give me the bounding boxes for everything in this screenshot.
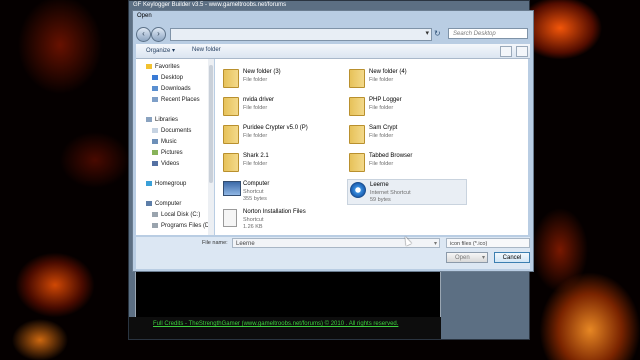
navigation-pane: Favorites Desktop Downloads Recent Place…	[136, 59, 214, 235]
folder-icon	[349, 153, 365, 173]
folder-icon	[223, 69, 239, 89]
cancel-button[interactable]: Cancel	[494, 252, 530, 263]
back-button[interactable]: ‹	[136, 27, 151, 42]
drive-icon	[152, 212, 158, 217]
list-item[interactable]: New folder (3) File folder	[221, 67, 341, 93]
nav-scroll-thumb[interactable]	[209, 65, 213, 183]
computer-icon	[223, 181, 241, 201]
desktop-icon	[152, 75, 158, 80]
credits-link[interactable]: Full Credits - TheStrengthGamer (www.gam…	[153, 321, 398, 327]
folder-icon	[349, 69, 365, 89]
file-type-select[interactable]: icon files (*.ico)	[446, 238, 530, 248]
list-item[interactable]: nvida driver File folder	[221, 95, 341, 121]
documents-icon	[152, 128, 158, 133]
chevron-down-icon[interactable]: ▾	[434, 239, 437, 249]
open-dialog: Open ‹ › ▾ ↻ Search Desktop Organize ▾ N…	[132, 10, 534, 272]
view-options-icon[interactable]	[500, 46, 512, 57]
chevron-down-icon[interactable]: ▾	[425, 29, 429, 37]
list-item[interactable]: Norton Installation Files Shortcut 1.26 …	[221, 207, 341, 233]
drive-icon	[152, 223, 158, 228]
folder-icon	[223, 125, 239, 145]
dialog-title: Open	[137, 13, 152, 19]
list-item[interactable]: Tabbed Browser File folder	[347, 151, 467, 177]
nav-documents[interactable]: Documents	[152, 128, 191, 134]
dialog-footer: File name: Leerne ▾ icon files (*.ico) O…	[136, 237, 530, 269]
nav-desktop[interactable]: Desktop	[152, 75, 183, 81]
music-icon	[152, 139, 158, 144]
new-folder-button[interactable]: New folder	[192, 47, 221, 53]
nav-recent-places[interactable]: Recent Places	[152, 97, 200, 103]
list-item[interactable]: PHP Logger File folder	[347, 95, 467, 121]
file-list: New folder (3) File folder New folder (4…	[215, 59, 528, 235]
folder-icon	[223, 153, 239, 173]
list-item[interactable]: New folder (4) File folder	[347, 67, 467, 93]
shortcut-file-icon	[223, 209, 239, 229]
computer-icon	[146, 201, 152, 206]
recent-places-icon	[152, 97, 158, 102]
navigation-bar: ‹ › ▾ ↻ Search Desktop	[136, 27, 530, 43]
folder-icon	[223, 97, 239, 117]
list-item[interactable]: Sam Crypt File folder	[347, 123, 467, 149]
star-icon	[146, 64, 152, 69]
forward-button[interactable]: ›	[151, 27, 166, 42]
refresh-icon[interactable]: ↻	[434, 28, 442, 39]
file-name-label: File name:	[202, 240, 228, 246]
list-item[interactable]: Puridee Crypter v5.0 (P) File folder	[221, 123, 341, 149]
preview-pane-icon[interactable]	[516, 46, 528, 57]
nav-pictures[interactable]: Pictures	[152, 150, 183, 156]
nav-downloads[interactable]: Downloads	[152, 86, 191, 92]
nav-computer[interactable]: Computer	[146, 201, 181, 207]
pictures-icon	[152, 150, 158, 155]
open-button[interactable]: Open ▾	[446, 252, 488, 263]
nav-videos[interactable]: Videos	[152, 161, 179, 167]
search-input[interactable]: Search Desktop	[448, 28, 528, 39]
list-item[interactable]: Shark 2.1 File folder	[221, 151, 341, 177]
nav-libraries[interactable]: Libraries	[146, 117, 178, 123]
list-item-selected[interactable]: Leerne Internet Shortcut 59 bytes	[347, 179, 467, 205]
dialog-toolbar: Organize ▾ New folder	[136, 44, 530, 59]
internet-explorer-icon	[350, 182, 366, 202]
chevron-down-icon[interactable]: ▾	[482, 253, 485, 264]
organize-button[interactable]: Organize ▾	[146, 47, 175, 54]
nav-favorites[interactable]: Favorites	[146, 64, 180, 70]
libraries-icon	[146, 117, 152, 122]
folder-icon	[349, 125, 365, 145]
app-title: GF Keylogger Builder v3.5 - www.gameltro…	[133, 2, 287, 8]
videos-icon	[152, 161, 158, 166]
homegroup-icon	[146, 181, 152, 186]
app-output-area	[135, 271, 441, 319]
nav-homegroup[interactable]: Homegroup	[146, 181, 186, 187]
folder-icon	[349, 97, 365, 117]
nav-local-disk[interactable]: Local Disk (C:)	[152, 212, 200, 218]
app-footer: Full Credits - TheStrengthGamer (www.gam…	[129, 317, 441, 339]
downloads-icon	[152, 86, 158, 91]
nav-program-files[interactable]: Programs Files (D	[152, 223, 209, 229]
address-bar[interactable]: ▾	[170, 28, 432, 41]
nav-music[interactable]: Music	[152, 139, 177, 145]
list-item[interactable]: Computer Shortcut 355 bytes	[221, 179, 341, 205]
nav-scrollbar[interactable]	[208, 59, 214, 235]
